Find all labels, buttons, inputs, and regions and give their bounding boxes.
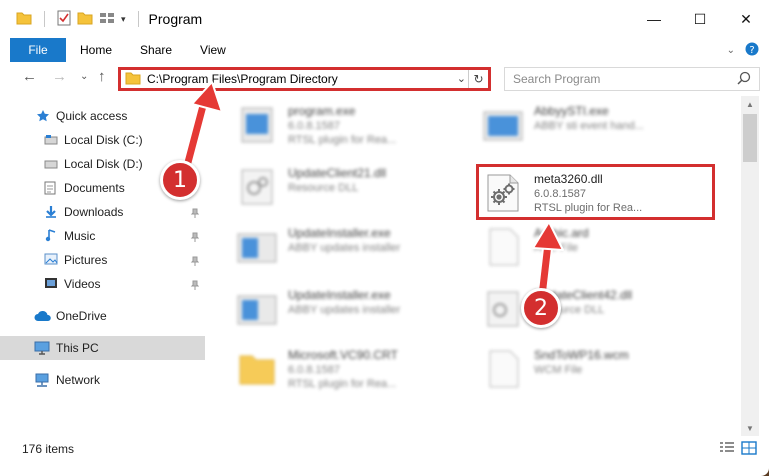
callout-badge-2: 2 [521, 288, 561, 328]
callout-arrows [180, 81, 564, 302]
arrow-to-address-bar [180, 81, 223, 176]
callout-badge-1: 1 [160, 160, 200, 200]
arrow-to-dll-file [532, 221, 564, 302]
